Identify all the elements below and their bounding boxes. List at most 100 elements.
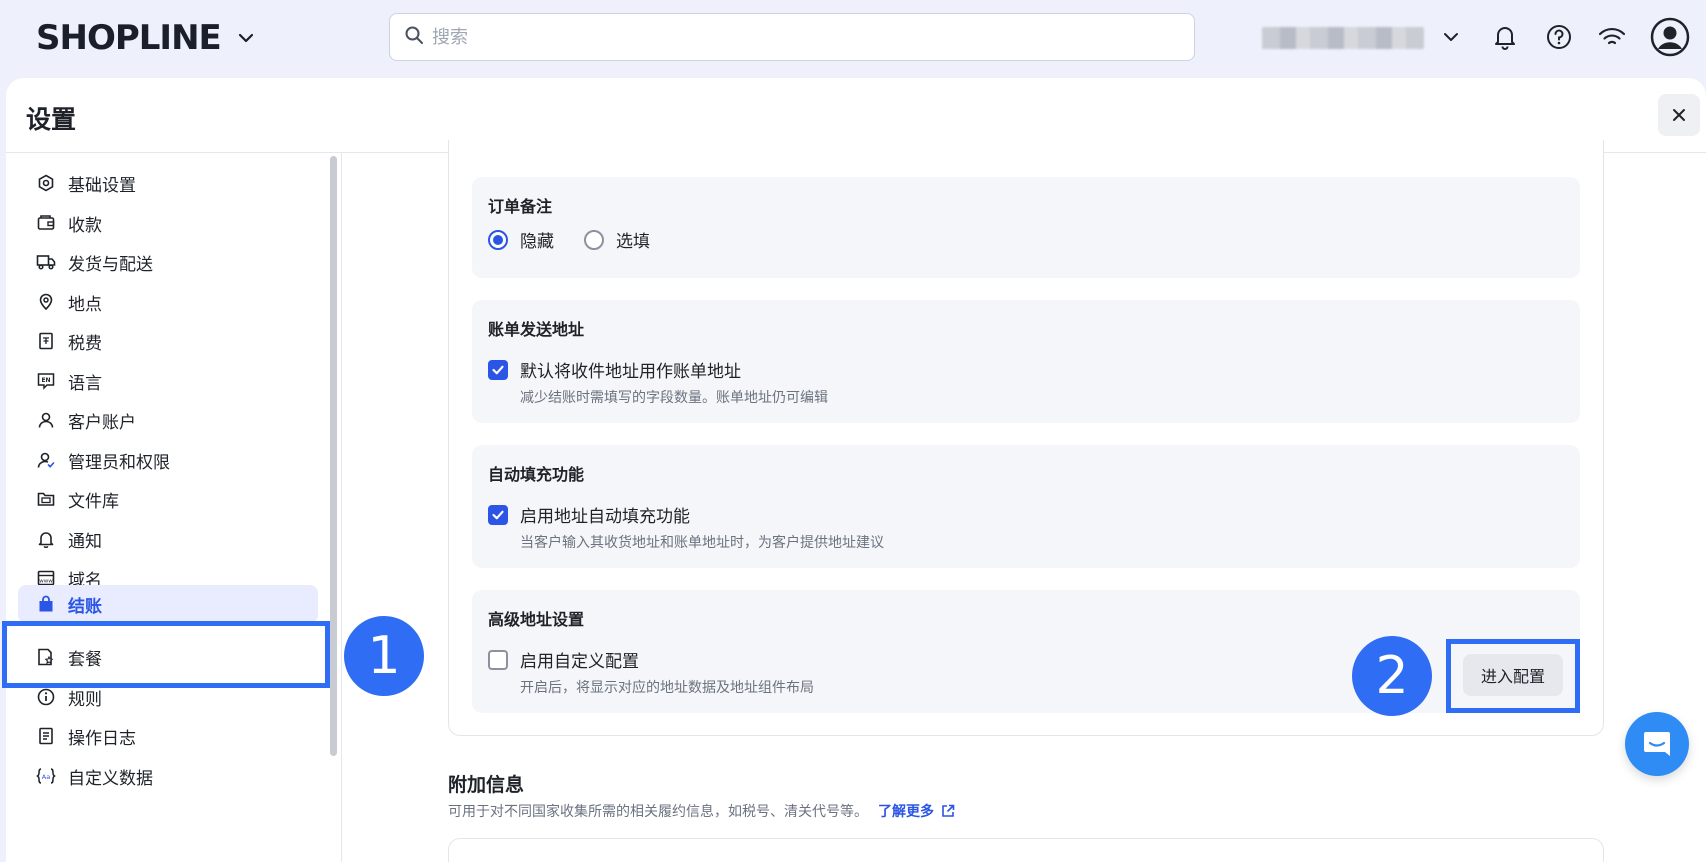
advanced-address-title: 高级地址设置 xyxy=(488,610,585,629)
info-icon xyxy=(36,687,56,707)
search-bar[interactable] xyxy=(389,13,1195,61)
settings-hex-icon xyxy=(36,173,56,193)
svg-text:Aa: Aa xyxy=(42,773,50,781)
location-pin-icon xyxy=(36,292,56,312)
chat-icon xyxy=(1644,732,1670,756)
sidebar-item-activity-log[interactable]: 操作日志 xyxy=(18,717,318,755)
billing-address-option[interactable]: 默认将收件地址用作账单地址 xyxy=(488,357,741,382)
sidebar-item-basic-settings[interactable]: 基础设置 xyxy=(18,164,318,202)
learn-more-label: 了解更多 xyxy=(878,804,934,820)
billing-address-section: 账单发送地址 默认将收件地址用作账单地址 减少结账时需填写的字段数量。账单地址仍… xyxy=(472,300,1580,423)
avatar-icon[interactable] xyxy=(1650,17,1690,57)
wifi-icon[interactable] xyxy=(1597,22,1627,52)
page-title: 设置 xyxy=(26,105,77,134)
autofill-checkbox-label: 启用地址自动填充功能 xyxy=(520,507,690,527)
autofill-title: 自动填充功能 xyxy=(488,465,585,484)
sidebar-item-payments[interactable]: 收款 xyxy=(18,204,318,242)
chevron-down-icon[interactable] xyxy=(235,27,257,49)
sidebar-item-custom-data[interactable]: Aa 自定义数据 xyxy=(18,757,318,795)
radio-optional[interactable] xyxy=(584,229,604,250)
sidebar-item-locations[interactable]: 地点 xyxy=(18,283,318,321)
wallet-icon xyxy=(36,213,56,233)
user-icon xyxy=(36,410,56,430)
custom-config-checkbox[interactable] xyxy=(488,649,508,670)
custom-config-checkbox-label: 启用自定义配置 xyxy=(520,652,639,672)
sidebar-item-label: 通知 xyxy=(68,531,102,552)
truck-icon xyxy=(36,252,56,272)
sidebar-item-taxes[interactable]: 税费 xyxy=(18,322,318,360)
autofill-option[interactable]: 启用地址自动填充功能 xyxy=(488,502,690,527)
billing-address-checkbox[interactable] xyxy=(488,359,508,380)
sidebar-item-label: 自定义数据 xyxy=(68,768,153,789)
sidebar-item-label: 税费 xyxy=(68,333,102,354)
additional-info-description: 可用于对不同国家收集所需的相关履约信息，如税号、清关代号等。 了解更多 xyxy=(448,801,956,821)
sidebar-item-languages[interactable]: EN 语言 xyxy=(18,362,318,400)
settings-sidebar: 基础设置 收款 发货与配送 地点 税费 EN 语言 客户账户 管理员和权限 文件… xyxy=(6,153,342,862)
folder-icon xyxy=(36,489,56,509)
close-button[interactable] xyxy=(1658,94,1700,136)
sidebar-item-shipping[interactable]: 发货与配送 xyxy=(18,243,318,281)
learn-more-link[interactable]: 了解更多 xyxy=(878,801,956,821)
brand-logo[interactable]: SHOPLINE xyxy=(36,18,257,58)
log-icon xyxy=(36,726,56,746)
svg-text:EN: EN xyxy=(41,377,50,384)
sidebar-item-checkout[interactable]: 结账 xyxy=(18,585,318,623)
sidebar-item-label: 语言 xyxy=(68,373,102,394)
bell-icon xyxy=(36,529,56,549)
custom-data-icon: Aa xyxy=(36,766,56,786)
sidebar-item-label: 管理员和权限 xyxy=(68,452,170,473)
bell-icon[interactable] xyxy=(1490,22,1520,52)
receipt-icon xyxy=(36,331,56,351)
top-bar: SHOPLINE xyxy=(0,0,1706,78)
autofill-section: 自动填充功能 启用地址自动填充功能 当客户输入其收货地址和账单地址时，为客户提供… xyxy=(472,445,1580,568)
sidebar-item-label: 收款 xyxy=(68,215,102,236)
shopping-bag-icon xyxy=(36,594,56,614)
help-icon[interactable] xyxy=(1544,22,1574,52)
sidebar-item-file-library[interactable]: 文件库 xyxy=(18,480,318,518)
sidebar-item-label: 结账 xyxy=(68,596,102,617)
billing-address-title: 账单发送地址 xyxy=(488,320,585,339)
billing-address-checkbox-label: 默认将收件地址用作账单地址 xyxy=(520,362,741,382)
advanced-address-hint: 开启后，将显示对应的地址数据及地址组件布局 xyxy=(520,680,814,696)
step-2-badge: 2 xyxy=(1352,636,1432,716)
sidebar-scrollbar[interactable] xyxy=(330,156,337,756)
close-icon xyxy=(1673,109,1685,121)
sidebar-item-notifications[interactable]: 通知 xyxy=(18,520,318,558)
sidebar-item-label: 规则 xyxy=(68,689,102,710)
additional-info-card xyxy=(448,838,1604,862)
chat-button[interactable] xyxy=(1625,712,1689,776)
brand-name: SHOPLINE xyxy=(36,18,222,58)
billing-address-hint: 减少结账时需填写的字段数量。账单地址仍可编辑 xyxy=(520,390,828,406)
admin-user-icon xyxy=(36,450,56,470)
order-note-title: 订单备注 xyxy=(488,197,553,216)
sidebar-item-label: 操作日志 xyxy=(68,728,136,749)
additional-info-title: 附加信息 xyxy=(448,774,525,796)
radio-hidden-label: 隐藏 xyxy=(520,232,554,252)
radio-optional-label: 选填 xyxy=(616,232,650,252)
order-note-section: 订单备注 隐藏 选填 xyxy=(472,177,1580,278)
highlight-checkout xyxy=(2,621,330,688)
external-link-icon xyxy=(942,804,955,817)
sidebar-item-label: 基础设置 xyxy=(68,175,136,196)
radio-hidden[interactable] xyxy=(488,229,508,250)
autofill-checkbox[interactable] xyxy=(488,504,508,525)
search-icon xyxy=(404,25,424,49)
sidebar-item-label: 文件库 xyxy=(68,491,119,512)
language-icon: EN xyxy=(36,371,56,391)
order-note-option-hidden[interactable]: 隐藏 xyxy=(488,227,554,252)
order-note-option-optional[interactable]: 选填 xyxy=(584,227,650,252)
account-chevron-down-icon[interactable] xyxy=(1436,22,1466,52)
additional-info-text: 可用于对不同国家收集所需的相关履约信息，如税号、清关代号等。 xyxy=(448,804,868,820)
sidebar-item-admins-permissions[interactable]: 管理员和权限 xyxy=(18,441,318,479)
sidebar-item-label: 地点 xyxy=(68,294,102,315)
svg-text:www: www xyxy=(39,579,53,585)
search-input[interactable] xyxy=(432,26,1172,48)
step-1-badge: 1 xyxy=(344,616,424,696)
autofill-hint: 当客户输入其收货地址和账单地址时，为客户提供地址建议 xyxy=(520,535,884,551)
account-name-blurred[interactable] xyxy=(1262,27,1424,49)
sidebar-item-label: 发货与配送 xyxy=(68,254,153,275)
sidebar-item-label: 客户账户 xyxy=(68,412,136,433)
sidebar-item-customer-accounts[interactable]: 客户账户 xyxy=(18,401,318,439)
advanced-address-option[interactable]: 启用自定义配置 xyxy=(488,647,639,672)
highlight-enter-config xyxy=(1446,639,1580,713)
